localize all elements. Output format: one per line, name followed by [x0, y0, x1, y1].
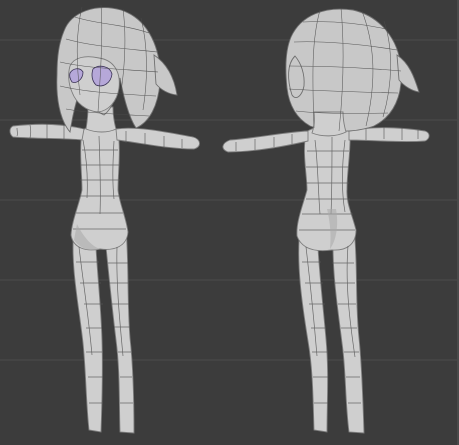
- viewport-canvas[interactable]: [0, 0, 459, 445]
- 3d-viewport[interactable]: [0, 0, 459, 445]
- character-front-mesh[interactable]: [9, 4, 200, 434]
- character-back-mesh[interactable]: [222, 7, 430, 434]
